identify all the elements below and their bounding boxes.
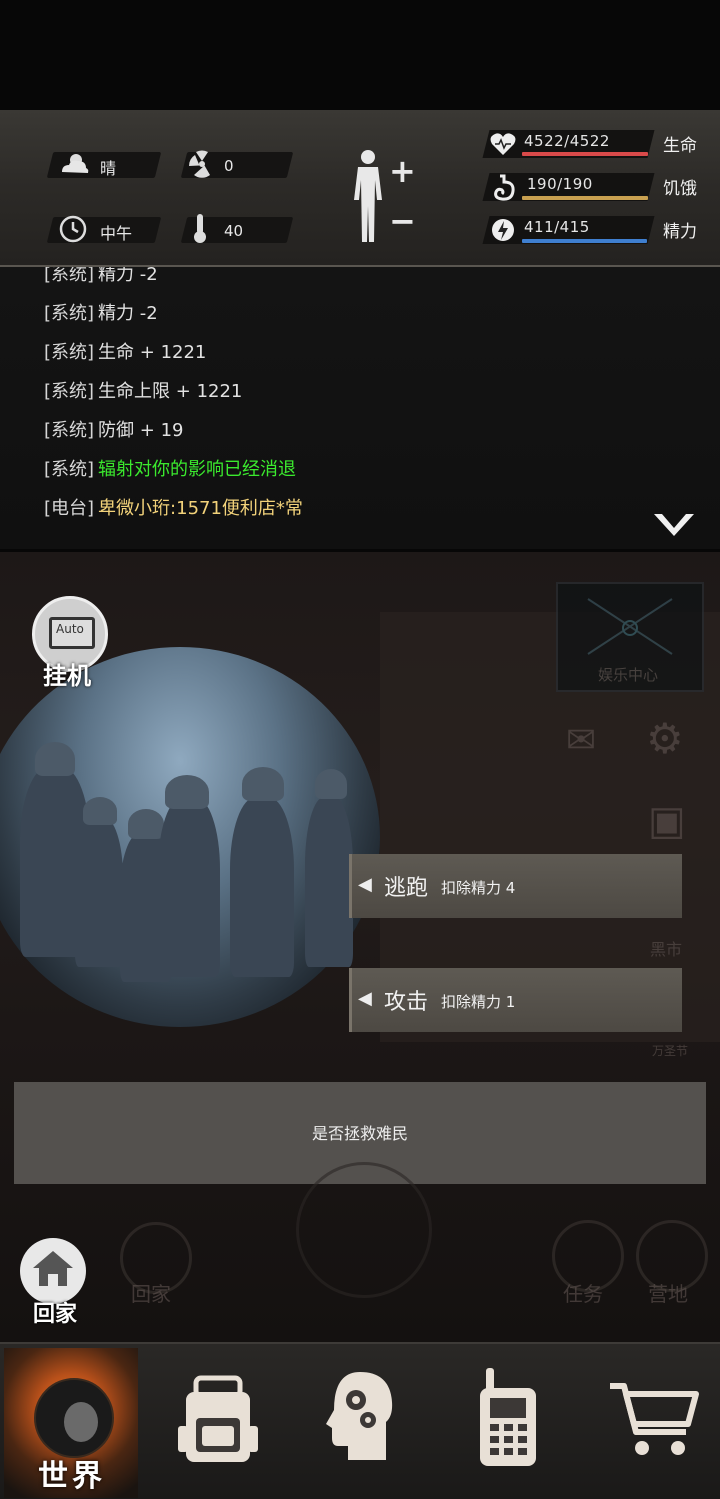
log-line: [系统] 辐射对你的影响已经消退 <box>44 459 297 480</box>
cloud-sun-icon <box>62 154 89 173</box>
log-line: [系统] 精力 -2 <box>44 303 158 324</box>
black-market-label[interactable]: 黑市 <box>650 936 682 960</box>
log-line: [系统] 防御 + 19 <box>44 420 184 441</box>
battle-scene: Auto 挂机 娱乐中心 ✉ ⚙ ▣ 黑市 万圣节 ◀ 逃跑 扣除精力 4 ◀ … <box>0 552 720 1342</box>
body-plus-button[interactable]: + <box>389 152 416 190</box>
backpack-icon[interactable] <box>178 1374 258 1466</box>
chevron-down-icon[interactable] <box>652 512 696 540</box>
prompt-text: 是否拯救难民 <box>311 1124 408 1143</box>
home-button[interactable] <box>20 1238 86 1304</box>
clock-icon <box>59 215 87 243</box>
crosshair-icon <box>587 598 673 655</box>
encounter-scope-view <box>0 647 380 1027</box>
gift-icon[interactable]: ▣ <box>648 798 686 844</box>
energy-icon <box>492 219 514 241</box>
brain-gears-icon[interactable] <box>326 1370 396 1466</box>
status-header: 晴 0 中午 40 + − 4522/4522 生命 190/190 饥饿 41… <box>0 110 720 267</box>
globe-icon <box>34 1378 114 1458</box>
attack-button[interactable]: ◀ 攻击 扣除精力 1 <box>349 968 682 1032</box>
energy-label: 精力 <box>663 222 697 242</box>
camp-label: 营地 <box>648 1282 688 1306</box>
map-ring <box>296 1162 432 1298</box>
health-value: 4522/4522 <box>524 132 610 150</box>
shopping-cart-icon[interactable] <box>608 1380 700 1460</box>
task-label: 任务 <box>563 1282 603 1306</box>
thermometer-icon <box>194 214 206 243</box>
idle-caption: 挂机 <box>43 662 91 690</box>
entertainment-center-button[interactable]: 娱乐中心 <box>556 582 704 692</box>
home-faded-label: 回家 <box>131 1282 171 1306</box>
flee-label: 逃跑 <box>384 876 429 901</box>
log-line: [系统] 精力 -2 <box>44 267 158 285</box>
attack-cost: 扣除精力 1 <box>441 993 516 1011</box>
entertainment-label: 娱乐中心 <box>598 666 659 684</box>
health-label: 生命 <box>663 136 697 156</box>
radiation-value: 0 <box>224 157 234 175</box>
radiation-icon <box>188 150 210 178</box>
walkie-talkie-icon[interactable] <box>476 1368 540 1468</box>
time-label: 中午 <box>100 224 133 243</box>
hunger-bar <box>522 196 648 200</box>
message-log[interactable]: [系统] 精力 -2 [系统] 精力 -2 [系统] 生命 + 1221 [系统] 生命… <box>0 267 720 549</box>
stomach-icon <box>494 174 515 201</box>
auto-label: Auto <box>56 622 84 636</box>
log-line: [系统] 生命上限 + 1221 <box>44 381 243 402</box>
health-bar <box>522 152 648 156</box>
weather-label: 晴 <box>100 159 117 178</box>
log-lines: [系统] 精力 -2 [系统] 精力 -2 [系统] 生命 + 1221 [系统] 生命… <box>44 267 303 528</box>
home-label: 回家 <box>33 1302 78 1327</box>
log-line: [电台] 卑微小珩:1571便利店*常 <box>44 498 303 519</box>
gear-icon[interactable]: ⚙ <box>646 714 684 763</box>
halloween-label[interactable]: 万圣节 <box>652 1042 688 1059</box>
flee-cost: 扣除精力 4 <box>441 879 516 897</box>
log-line: [系统] 生命 + 1221 <box>44 342 207 363</box>
body-figure-icon[interactable] <box>348 148 392 244</box>
hunger-label: 饥饿 <box>663 179 697 199</box>
laptop-icon: Auto <box>49 617 95 649</box>
flee-button[interactable]: ◀ 逃跑 扣除精力 4 <box>349 854 682 918</box>
heart-icon <box>490 133 516 155</box>
attack-label: 攻击 <box>384 990 429 1015</box>
left-arrow-icon: ◀ <box>358 874 372 895</box>
home-icon <box>33 1251 73 1286</box>
temperature-value: 40 <box>224 222 244 240</box>
bottom-navigation: 世界 <box>0 1342 720 1499</box>
nav-world-tab[interactable]: 世界 <box>4 1348 138 1498</box>
body-minus-button[interactable]: − <box>389 202 416 240</box>
mail-icon[interactable]: ✉ <box>566 720 596 761</box>
energy-bar <box>522 239 647 243</box>
world-label: 世界 <box>38 1459 106 1494</box>
hunger-value: 190/190 <box>527 175 593 193</box>
energy-value: 411/415 <box>524 218 590 236</box>
left-arrow-icon: ◀ <box>358 988 372 1009</box>
